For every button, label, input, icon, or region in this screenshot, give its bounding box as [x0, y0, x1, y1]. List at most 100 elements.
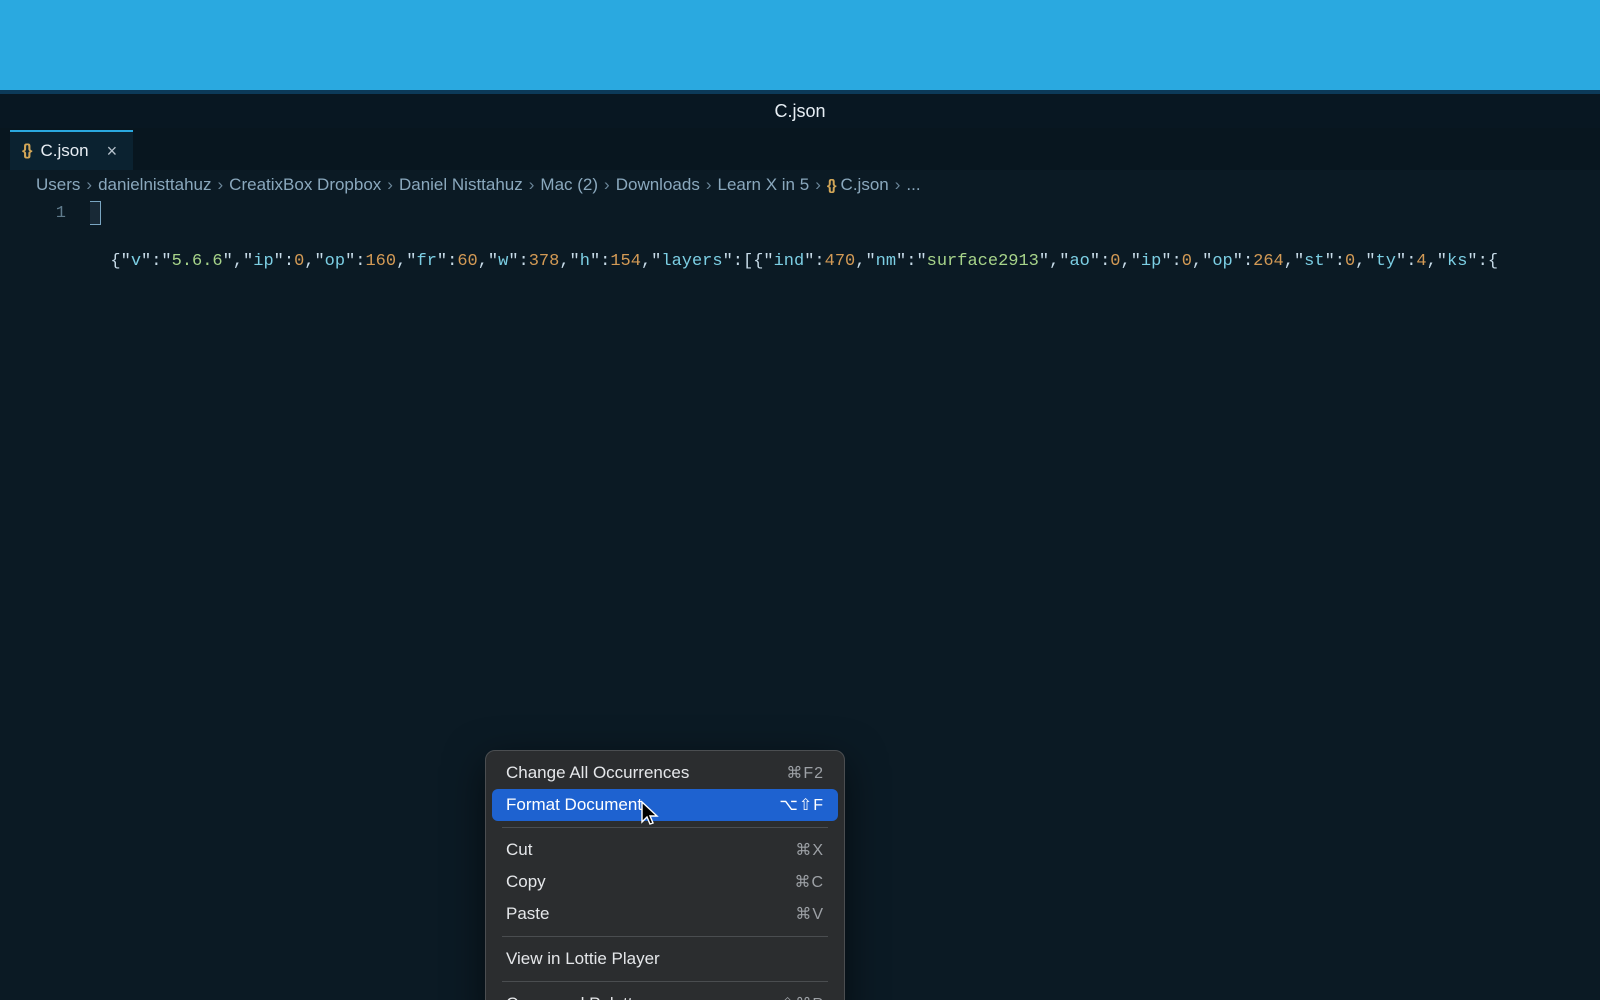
breadcrumb-segment[interactable]: danielnisttahuz [98, 175, 211, 195]
code-token: , [1121, 252, 1131, 271]
code-token: { [110, 252, 120, 271]
tab-c-json[interactable]: {} C.json × [10, 130, 133, 170]
menu-item-command-palette[interactable]: Command Palette...⇧⌘P [492, 988, 838, 1000]
chevron-right-icon: › [706, 175, 712, 195]
menu-item-shortcut: ⌘X [795, 840, 824, 860]
code-token: 378 [529, 252, 560, 271]
code-token: " [314, 252, 324, 271]
menu-item-cut[interactable]: Cut ⌘X [492, 834, 838, 866]
tab-label: C.json [40, 141, 88, 161]
vertical-scrollbar[interactable] [1584, 200, 1598, 1000]
tab-bar: {} C.json × [0, 128, 1600, 170]
code-token: " [763, 252, 773, 271]
code-token: : [1478, 252, 1488, 271]
menu-item-format-document[interactable]: Format Document⌥⇧F [492, 789, 838, 821]
code-token: " [1131, 252, 1141, 271]
code-token: , [1049, 252, 1059, 271]
code-token: fr [417, 252, 437, 271]
code-token: layers [661, 252, 722, 271]
code-token: 0 [1110, 252, 1120, 271]
code-token: " [723, 252, 733, 271]
code-token: surface2913 [927, 252, 1039, 271]
code-token: ip [1141, 252, 1161, 271]
json-file-icon: {} [22, 142, 30, 160]
code-token: " [590, 252, 600, 271]
menu-item-view-in-lottie-player[interactable]: View in Lottie Player [492, 943, 838, 975]
chevron-right-icon: › [86, 175, 92, 195]
code-token: op [1212, 252, 1232, 271]
code-token: w [498, 252, 508, 271]
code-token: : [284, 252, 294, 271]
menu-item-label: Format Document [506, 795, 642, 815]
code-token: " [1467, 252, 1477, 271]
chevron-right-icon: › [218, 175, 224, 195]
code-token: : [814, 252, 824, 271]
breadcrumb-file[interactable]: {} C.json [827, 175, 889, 195]
breadcrumb-segment[interactable]: Users [36, 175, 80, 195]
code-token: " [141, 252, 151, 271]
code-token: : [733, 252, 743, 271]
code-token: v [131, 252, 141, 271]
code-token: 470 [825, 252, 856, 271]
menu-item-shortcut: ⌘V [795, 904, 824, 924]
code-token: " [406, 252, 416, 271]
code-token: ind [774, 252, 805, 271]
code-token: : [1335, 252, 1345, 271]
breadcrumb-file-name: C.json [841, 175, 889, 195]
chevron-right-icon: › [387, 175, 393, 195]
code-token: : [151, 252, 161, 271]
menu-item-label: Copy [506, 872, 546, 892]
code-token: , [1284, 252, 1294, 271]
code-token: " [345, 252, 355, 271]
code-token: " [1365, 252, 1375, 271]
code-token: " [1325, 252, 1335, 271]
code-token: : [906, 252, 916, 271]
breadcrumb-tail[interactable]: ... [906, 175, 920, 195]
code-token: " [1396, 252, 1406, 271]
code-token: 0 [1182, 252, 1192, 271]
menu-item-label: Change All Occurrences [506, 763, 689, 783]
code-token: " [1090, 252, 1100, 271]
chevron-right-icon: › [604, 175, 610, 195]
code-token: " [1039, 252, 1049, 271]
code-token: , [855, 252, 865, 271]
menu-item-label: View in Lottie Player [506, 949, 660, 969]
breadcrumb-segment[interactable]: Learn X in 5 [718, 175, 810, 195]
menu-separator [502, 936, 828, 937]
code-token: , [641, 252, 651, 271]
editor-area[interactable]: 1 {"v":"5.6.6","ip":0,"op":160,"fr":60,"… [0, 200, 1600, 1000]
menu-item-paste[interactable]: Paste⌘V [492, 898, 838, 930]
code-token: : [600, 252, 610, 271]
chevron-right-icon: › [895, 175, 901, 195]
code-token: , [559, 252, 569, 271]
code-content[interactable]: {"v":"5.6.6","ip":0,"op":160,"fr":60,"w"… [90, 200, 1600, 1000]
code-token: " [508, 252, 518, 271]
code-token: , [396, 252, 406, 271]
code-token: , [233, 252, 243, 271]
context-menu: Change All Occurrences ⌘F2 Format Document… [485, 750, 845, 1000]
code-token: 160 [365, 252, 396, 271]
code-token: " [223, 252, 233, 271]
menu-item-copy[interactable]: Copy⌘C [492, 866, 838, 898]
code-token: h [580, 252, 590, 271]
code-token: " [243, 252, 253, 271]
breadcrumb-segment[interactable]: Daniel Nisttahuz [399, 175, 523, 195]
breadcrumb-segment[interactable]: Mac (2) [540, 175, 598, 195]
menu-item-shortcut: ⌘F2 [786, 763, 824, 783]
breadcrumb-segment[interactable]: Downloads [616, 175, 700, 195]
menu-item-label: Cut [506, 840, 532, 860]
code-token: { [1488, 252, 1498, 271]
close-tab-icon[interactable]: × [105, 142, 120, 160]
code-token: 60 [457, 252, 477, 271]
breadcrumb: Users › danielnisttahuz › CreatixBox Dro… [0, 170, 1600, 200]
code-token: " [1437, 252, 1447, 271]
breadcrumb-segment[interactable]: CreatixBox Dropbox [229, 175, 381, 195]
menu-item-change-all-occurrences[interactable]: Change All Occurrences ⌘F2 [492, 757, 838, 789]
code-token: ks [1447, 252, 1467, 271]
code-token: " [896, 252, 906, 271]
code-token: " [1233, 252, 1243, 271]
code-token: nm [876, 252, 896, 271]
code-token: : [1406, 252, 1416, 271]
code-token: " [865, 252, 875, 271]
code-token: " [1161, 252, 1171, 271]
